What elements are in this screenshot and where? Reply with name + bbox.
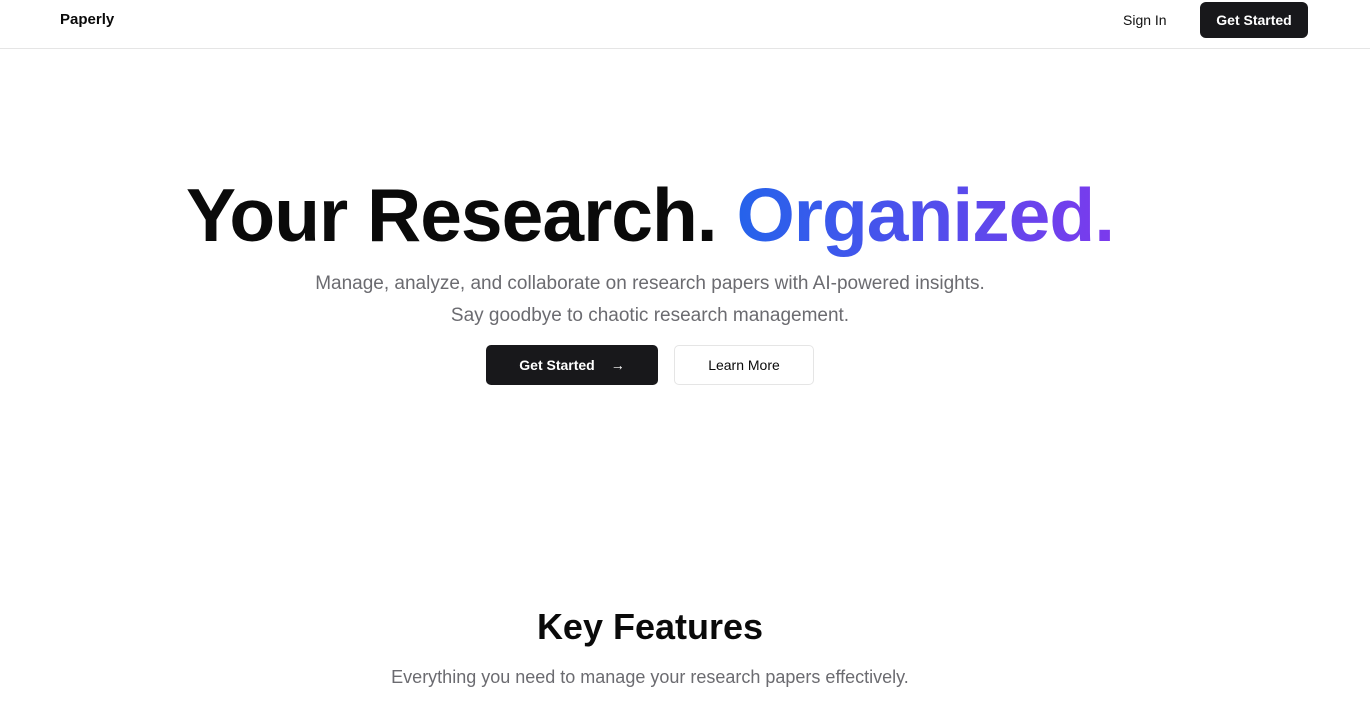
hero-subtitle: Manage, analyze, and collaborate on rese…	[315, 273, 985, 326]
features-title: Key Features	[536, 606, 764, 647]
hero-title-main: Your Research.	[185, 173, 718, 257]
features-subtitle: Everything you need to manage your resea…	[391, 667, 909, 687]
sign-in-link[interactable]: Sign In	[1123, 12, 1167, 28]
nav-get-started-button[interactable]: Get Started	[1200, 2, 1308, 38]
logo[interactable]: Paperly	[60, 11, 114, 28]
hero-title-accent: Organized.	[736, 173, 1115, 257]
get-started-button[interactable]: Get Started →	[486, 345, 658, 385]
top-nav: Paperly Sign In Get Started	[0, 0, 1370, 49]
get-started-label: Get Started	[519, 357, 595, 373]
arrow-right-icon: →	[610, 357, 625, 373]
learn-more-button[interactable]: Learn More	[674, 345, 814, 385]
hero-title: Your Research. Organized.	[0, 172, 1300, 258]
